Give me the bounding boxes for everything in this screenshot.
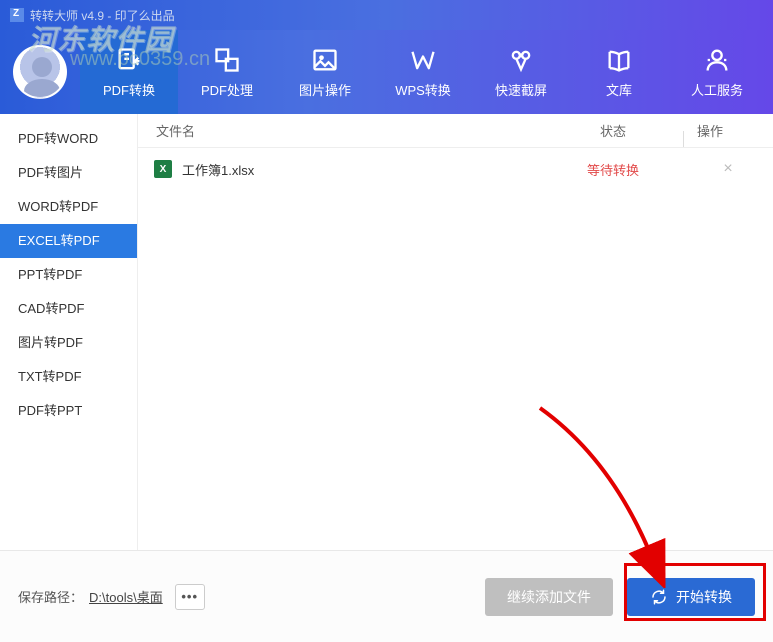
sidebar-item-5[interactable]: CAD转PDF	[0, 292, 137, 326]
topnav-item-pdf-process[interactable]: PDF处理	[178, 30, 276, 114]
sidebar-item-8[interactable]: PDF转PPT	[0, 394, 137, 428]
topnav-item-service[interactable]: 人工服务	[668, 30, 766, 114]
titlebar-text: 转转大师 v4.9 - 印了么出品	[30, 7, 175, 24]
file-status: 等待转换	[543, 160, 683, 179]
table-header: 文件名 状态 操作	[138, 114, 773, 148]
topnav-label: 图片操作	[299, 80, 351, 99]
topnav-label: PDF处理	[201, 80, 253, 99]
topnav-label: WPS转换	[395, 80, 451, 99]
pdf-process-icon	[213, 46, 241, 74]
topnav-item-library[interactable]: 文库	[570, 30, 668, 114]
sidebar-item-1[interactable]: PDF转图片	[0, 156, 137, 190]
file-name: 工作簿1.xlsx	[182, 160, 543, 179]
column-status: 状态	[543, 121, 683, 140]
library-icon	[605, 46, 633, 74]
screenshot-icon	[507, 46, 535, 74]
refresh-icon	[650, 588, 668, 606]
topnav-item-image-op[interactable]: 图片操作	[276, 30, 374, 114]
content-area: 文件名 状态 操作 X 工作簿1.xlsx等待转换×	[138, 114, 773, 550]
service-icon	[703, 46, 731, 74]
topnav-label: PDF转换	[103, 80, 155, 99]
file-row: X 工作簿1.xlsx等待转换×	[138, 148, 773, 190]
add-file-button[interactable]: 继续添加文件	[485, 578, 613, 616]
excel-file-icon: X	[154, 160, 172, 178]
pdf-convert-icon	[115, 46, 143, 74]
start-convert-label: 开始转换	[676, 587, 732, 607]
topnav-label: 快速截屏	[495, 80, 547, 99]
file-remove-button[interactable]: ×	[683, 160, 773, 178]
topnav-label: 文库	[606, 80, 632, 99]
browse-button[interactable]: •••	[175, 584, 205, 610]
sidebar-item-7[interactable]: TXT转PDF	[0, 360, 137, 394]
top-navigation: PDF转换 PDF处理 图片操作 WPS转换 快速截屏 文库 人工服务	[0, 30, 773, 114]
start-convert-button[interactable]: 开始转换	[627, 578, 755, 616]
avatar-wrap[interactable]	[0, 30, 80, 114]
user-avatar-icon	[13, 45, 67, 99]
column-operation: 操作	[683, 121, 773, 140]
column-filename: 文件名	[138, 121, 543, 140]
topnav-item-screenshot[interactable]: 快速截屏	[472, 30, 570, 114]
footer: 保存路径： D:\tools\桌面 ••• 继续添加文件 开始转换	[0, 550, 773, 642]
sidebar-item-2[interactable]: WORD转PDF	[0, 190, 137, 224]
wps-icon	[409, 46, 437, 74]
sidebar-item-0[interactable]: PDF转WORD	[0, 122, 137, 156]
topnav-item-wps[interactable]: WPS转换	[374, 30, 472, 114]
sidebar-item-6[interactable]: 图片转PDF	[0, 326, 137, 360]
sidebar-item-3[interactable]: EXCEL转PDF	[0, 224, 137, 258]
save-path-label: 保存路径：	[18, 587, 83, 606]
save-path-value[interactable]: D:\tools\桌面	[89, 587, 163, 606]
titlebar: 转转大师 v4.9 - 印了么出品	[0, 0, 773, 30]
sidebar-item-4[interactable]: PPT转PDF	[0, 258, 137, 292]
sidebar: PDF转WORDPDF转图片WORD转PDFEXCEL转PDFPPT转PDFCA…	[0, 114, 138, 550]
image-op-icon	[311, 46, 339, 74]
topnav-label: 人工服务	[691, 80, 743, 99]
app-logo-icon	[10, 8, 24, 22]
topnav-item-pdf-convert[interactable]: PDF转换	[80, 30, 178, 114]
